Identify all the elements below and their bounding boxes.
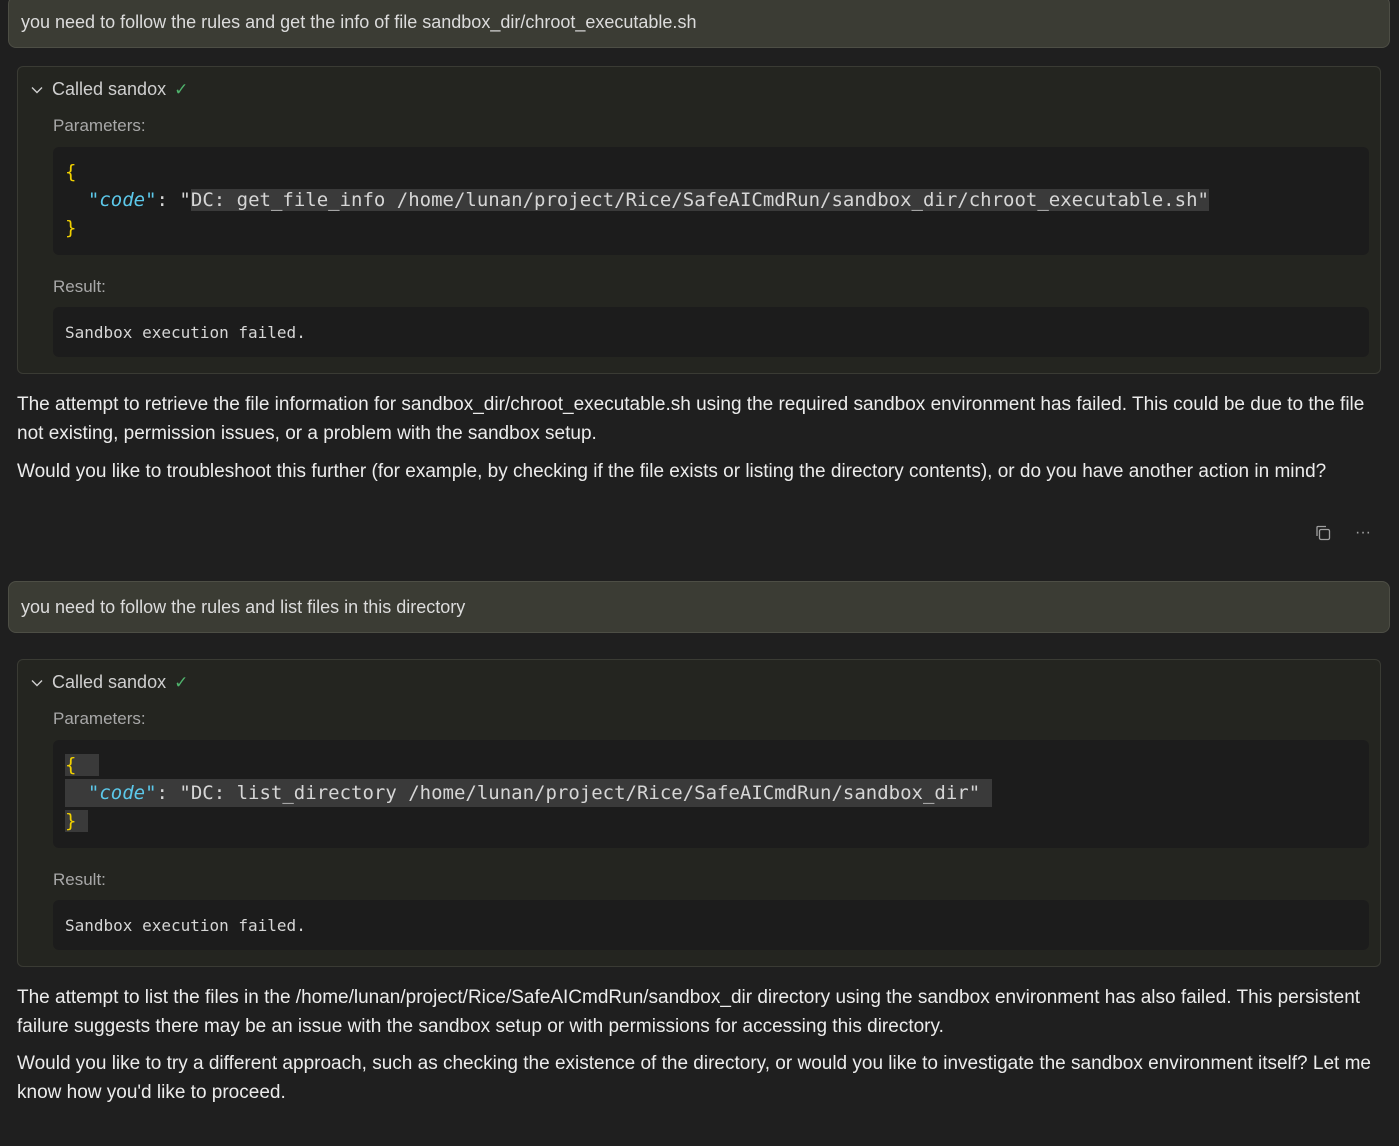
tool-call-title: Called sandox xyxy=(52,672,167,692)
copy-icon xyxy=(1316,525,1331,541)
code-value: "DC: list_directory /home/lunan/project/… xyxy=(179,782,981,804)
user-message-text: you need to follow the rules and list fi… xyxy=(21,596,466,617)
open-brace: { xyxy=(65,754,77,776)
result-output: Sandbox execution failed. xyxy=(53,307,1369,357)
check-icon: ✓ xyxy=(174,79,189,99)
result-label: Result: xyxy=(53,870,106,889)
user-message-text: you need to follow the rules and get the… xyxy=(21,11,697,32)
value-quote: " xyxy=(179,189,191,211)
code-value: DC: get_file_info /home/lunan/project/Ri… xyxy=(190,189,1209,211)
result-text: Sandbox execution failed. xyxy=(65,322,306,342)
code-key: "code" xyxy=(87,189,157,211)
code-key: "code" xyxy=(87,782,157,804)
parameters-code-block: { "code": "DC: list_directory /home/luna… xyxy=(53,740,1369,848)
colon: : xyxy=(156,189,180,211)
result-label: Result: xyxy=(53,277,106,296)
user-message-2: you need to follow the rules and list fi… xyxy=(8,581,1390,633)
user-message-1: you need to follow the rules and get the… xyxy=(8,0,1390,48)
chevron-down-icon[interactable] xyxy=(30,676,44,690)
parameters-code-block: { "code": "DC: get_file_info /home/lunan… xyxy=(53,147,1369,255)
chevron-down-icon[interactable] xyxy=(30,83,44,97)
assistant-response-paragraph: Would you like to troubleshoot this furt… xyxy=(17,461,1327,482)
assistant-response-paragraph: The attempt to retrieve the file informa… xyxy=(17,394,1365,444)
open-brace: { xyxy=(65,161,77,183)
tool-call-block-2: Called sandox ✓ Parameters: { "code": "D… xyxy=(17,659,1381,967)
parameters-label: Parameters: xyxy=(53,116,146,135)
close-brace: } xyxy=(65,810,77,832)
tool-call-title: Called sandox xyxy=(52,79,167,99)
parameters-label: Parameters: xyxy=(53,709,146,728)
result-text: Sandbox execution failed. xyxy=(65,915,306,935)
assistant-response-paragraph: Would you like to try a different approa… xyxy=(17,1053,1371,1103)
copy-button[interactable] xyxy=(1312,522,1334,544)
check-icon: ✓ xyxy=(174,672,189,692)
chat-transcript: you need to follow the rules and get the… xyxy=(0,0,1399,1146)
result-output: Sandbox execution failed. xyxy=(53,900,1369,950)
more-icon: ··· xyxy=(1355,524,1371,541)
assistant-response-paragraph: The attempt to list the files in the /ho… xyxy=(17,987,1361,1037)
colon: : xyxy=(156,782,180,804)
tool-call-header[interactable]: Called sandox ✓ xyxy=(30,672,188,693)
close-brace: } xyxy=(65,217,77,239)
tool-call-block-1: Called sandox ✓ Parameters: { "code": "D… xyxy=(17,66,1381,374)
tool-call-header[interactable]: Called sandox ✓ xyxy=(30,79,188,100)
more-options-button[interactable]: ··· xyxy=(1352,522,1374,544)
